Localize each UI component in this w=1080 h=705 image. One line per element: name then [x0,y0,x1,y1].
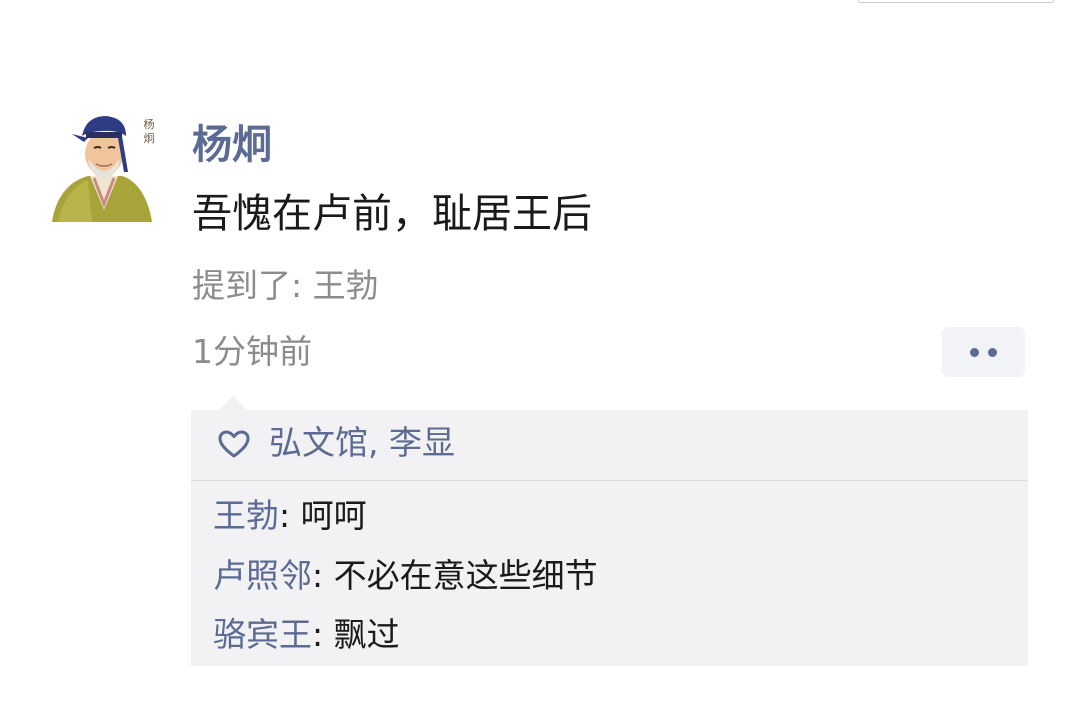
moments-post: 杨 炯 杨炯 吾愧在卢前，耻居王后 提到了: 王勃 1分钟前 弘文馆, 李显 王… [0,0,1080,705]
post-timestamp: 1分钟前 [192,332,312,371]
comment-item[interactable]: 王勃: 呵呵 [213,493,367,539]
comment-separator: : [312,556,334,595]
comment-separator: : [312,615,334,654]
panel-divider [191,480,1028,481]
comment-text: 呵呵 [300,496,367,535]
avatar-caption: 杨 炯 [141,118,157,146]
more-actions-button[interactable] [942,327,1025,377]
likes-comments-panel: 弘文馆, 李显 王勃: 呵呵 卢照邻: 不必在意这些细节 骆宾王: 飘过 [191,410,1028,666]
post-author-name[interactable]: 杨炯 [192,120,272,170]
post-mention[interactable]: 提到了: 王勃 [192,263,379,309]
comment-author[interactable]: 王勃 [213,496,279,535]
panel-pointer [218,396,248,411]
likes-row: 弘文馆, 李显 [191,410,1028,480]
comment-author[interactable]: 卢照邻 [213,556,312,595]
comment-text: 不必在意这些细节 [333,556,598,595]
post-content: 吾愧在卢前，耻居王后 [192,191,592,237]
likes-names[interactable]: 弘文馆, 李显 [269,420,455,466]
comment-item[interactable]: 骆宾王: 飘过 [213,612,400,658]
comment-text: 飘过 [333,615,400,654]
more-dots-icon [970,347,979,357]
top-edge-control [858,0,1054,3]
avatar-caption-char-2: 炯 [143,132,155,145]
avatar-caption-char-1: 杨 [143,118,155,131]
heart-icon [218,430,250,458]
comment-item[interactable]: 卢照邻: 不必在意这些细节 [213,553,598,599]
more-dots-icon [988,347,997,357]
comment-author[interactable]: 骆宾王 [213,615,312,654]
comment-separator: : [279,496,301,535]
